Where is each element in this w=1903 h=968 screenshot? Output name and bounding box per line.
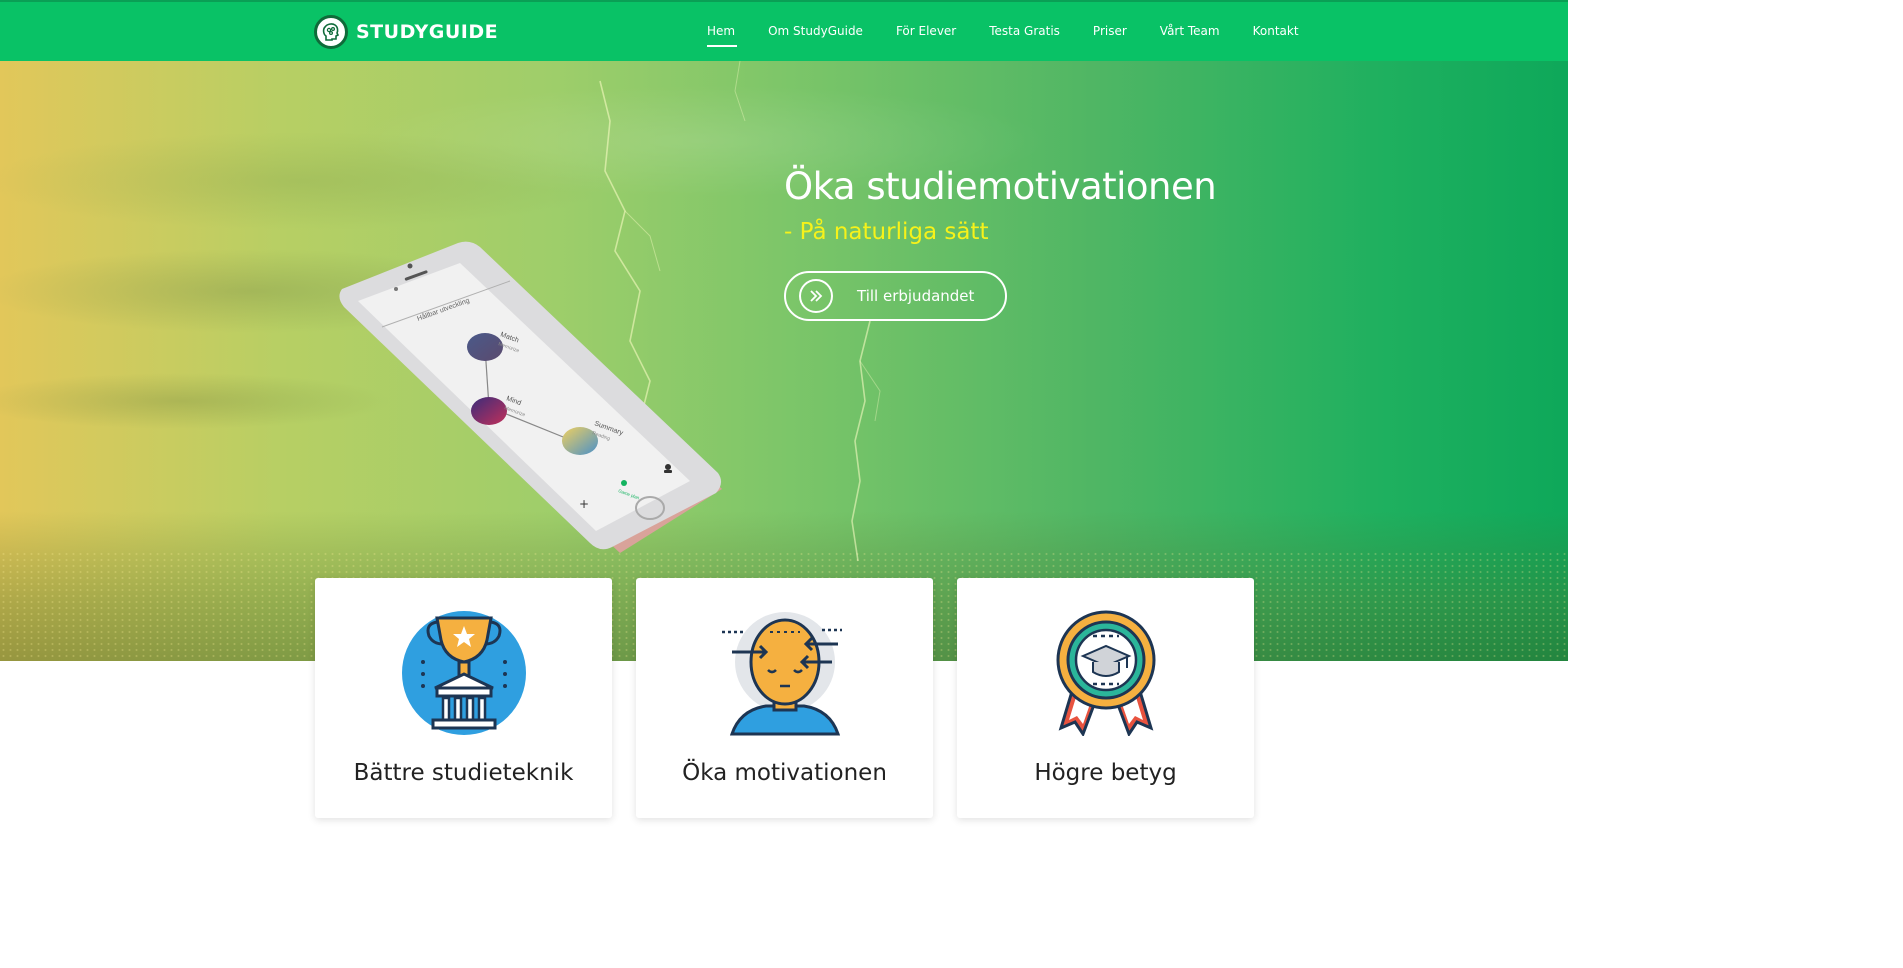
head-focus-icon bbox=[722, 612, 842, 736]
brain-head-icon bbox=[314, 15, 348, 49]
phone-plus-icon: + bbox=[579, 497, 589, 511]
feature-title-studieteknik: Bättre studieteknik bbox=[353, 760, 574, 786]
phone-user-icon bbox=[665, 464, 671, 470]
hero-title: Öka studiemotivationen bbox=[784, 165, 1217, 208]
top-navbar: STUDYGUIDE Hem Om StudyGuide För Elever … bbox=[0, 0, 1568, 61]
trophy-icon bbox=[402, 611, 526, 735]
nav-item-testa-gratis[interactable]: Testa Gratis bbox=[989, 24, 1060, 38]
feature-card-studieteknik[interactable]: Bättre studieteknik bbox=[315, 578, 612, 818]
nav-item-vart-team[interactable]: Vårt Team bbox=[1160, 24, 1220, 38]
nav-item-priser[interactable]: Priser bbox=[1093, 24, 1127, 38]
hero-subtitle: - På naturliga sätt bbox=[784, 219, 989, 245]
double-chevron-right-icon bbox=[799, 279, 833, 313]
feature-card-betyg[interactable]: Högre betyg bbox=[957, 578, 1254, 818]
feature-title-betyg: Högre betyg bbox=[1034, 760, 1177, 786]
brand-logo-link[interactable]: STUDYGUIDE bbox=[314, 15, 498, 49]
phone-mockup: Hållbar utveckling Match Memorize Mind M… bbox=[339, 241, 722, 553]
brand-name: STUDYGUIDE bbox=[356, 21, 499, 43]
graduation-badge-icon bbox=[1056, 610, 1156, 736]
nav-item-om-studyguide[interactable]: Om StudyGuide bbox=[768, 24, 863, 38]
nav-item-for-elever[interactable]: För Elever bbox=[896, 24, 956, 38]
main-nav: Hem Om StudyGuide För Elever Testa Grati… bbox=[707, 24, 1332, 47]
offer-cta-label: Till erbjudandet bbox=[857, 287, 975, 305]
lightning-decoration bbox=[599, 61, 881, 562]
hero-section: Hållbar utveckling Match Memorize Mind M… bbox=[0, 61, 1568, 661]
feature-card-motivation[interactable]: Öka motivationen bbox=[636, 578, 933, 818]
nav-item-hem[interactable]: Hem bbox=[707, 24, 738, 47]
feature-title-motivation: Öka motivationen bbox=[682, 760, 887, 786]
phone-gameplan-icon bbox=[621, 480, 627, 486]
offer-cta-button[interactable]: Till erbjudandet bbox=[784, 271, 1007, 321]
nav-item-kontakt[interactable]: Kontakt bbox=[1253, 24, 1299, 38]
